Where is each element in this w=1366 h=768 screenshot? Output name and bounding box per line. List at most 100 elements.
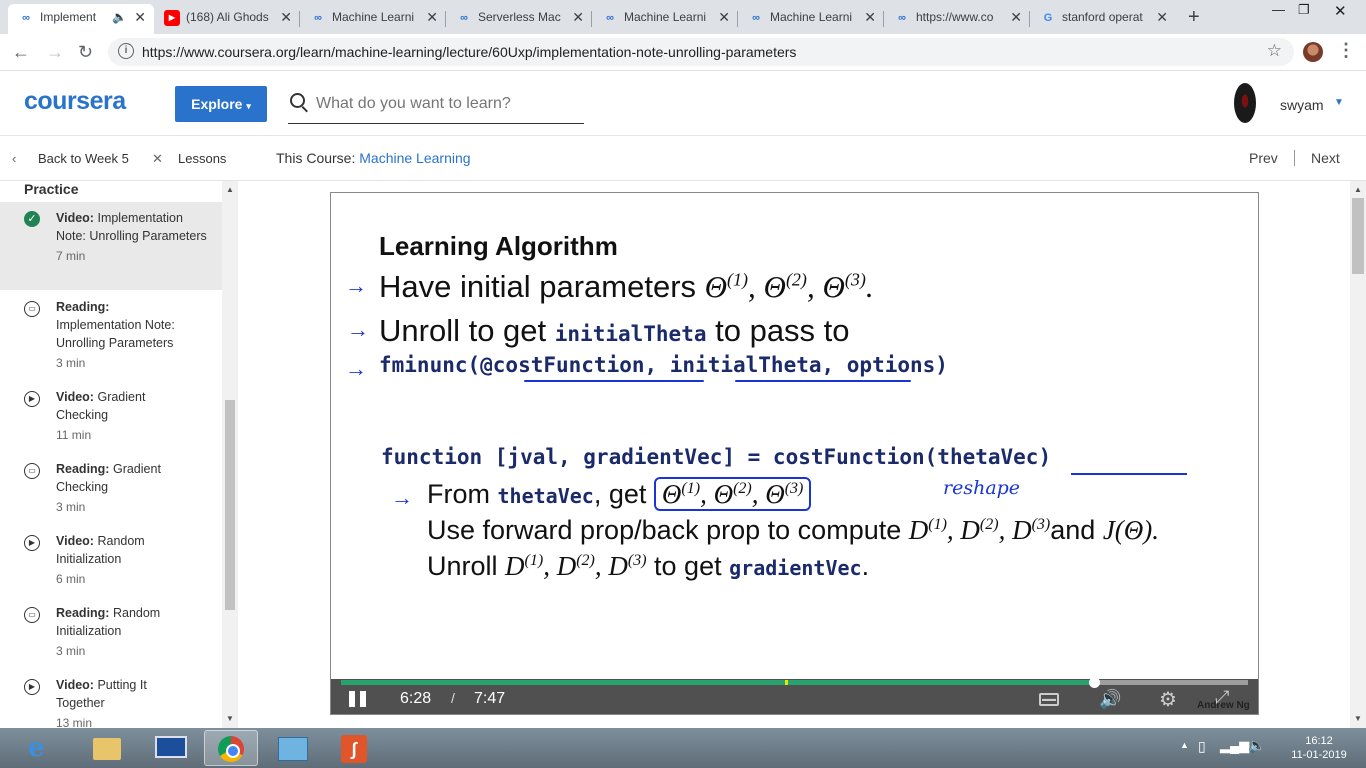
ie-taskbar-button[interactable]: e xyxy=(14,730,68,766)
coursera-favicon-icon: ∞ xyxy=(22,12,30,24)
chevron-down-icon[interactable]: ▼ xyxy=(1334,97,1344,108)
close-tab-icon[interactable]: ✕ xyxy=(864,4,876,30)
browser-profile-avatar[interactable] xyxy=(1303,42,1323,62)
handwritten-arrow: → xyxy=(391,485,413,510)
close-tab-icon[interactable]: ✕ xyxy=(572,4,584,30)
progress-scrubber[interactable] xyxy=(1089,677,1100,688)
gear-icon[interactable]: ⚙ xyxy=(1159,687,1177,712)
avatar[interactable] xyxy=(1234,83,1256,123)
close-icon[interactable]: ✕ xyxy=(152,151,163,167)
pdf-reader-taskbar-button[interactable]: ∫ xyxy=(328,730,382,766)
check-icon: ✓ xyxy=(24,211,40,227)
list-item[interactable]: ▶ Video: Random Initialization 6 min xyxy=(0,532,222,588)
course-label: This Course: Machine Learning xyxy=(276,150,471,166)
close-tab-icon[interactable]: ✕ xyxy=(280,4,292,30)
search-icon[interactable] xyxy=(290,93,305,108)
lessons-link[interactable]: Lessons xyxy=(178,151,226,166)
coursera-favicon-icon: ∞ xyxy=(606,12,614,24)
browser-tab[interactable]: ∞ Machine Learni ✕ xyxy=(300,4,446,34)
username[interactable]: swyam xyxy=(1280,97,1324,113)
slide-text: Unroll to get xyxy=(379,313,547,348)
close-window-button[interactable]: ✕ xyxy=(1334,2,1347,20)
browser-tab[interactable]: ∞ Machine Learni ✕ xyxy=(738,4,884,34)
chrome-taskbar-button[interactable] xyxy=(204,730,258,766)
close-tab-icon[interactable]: ✕ xyxy=(134,4,146,30)
scroll-up-icon[interactable]: ▲ xyxy=(1354,185,1362,194)
clock-date: 11-01-2019 xyxy=(1291,749,1347,761)
minimize-button[interactable]: — xyxy=(1272,2,1285,17)
divider xyxy=(1294,150,1295,166)
item-duration: 11 min xyxy=(56,428,92,442)
list-item[interactable]: ▶ Video: Putting It Together 13 min xyxy=(0,676,222,728)
course-name-link[interactable]: Machine Learning xyxy=(359,150,470,166)
pause-icon[interactable] xyxy=(349,691,367,707)
item-type: Reading: xyxy=(56,300,110,314)
info-icon[interactable]: i xyxy=(118,43,134,59)
search-input[interactable] xyxy=(314,91,578,117)
new-tab-button[interactable]: + xyxy=(1188,4,1200,30)
item-type: Reading: xyxy=(56,462,110,476)
slide-text: to pass to xyxy=(715,313,850,348)
play-icon: ▶ xyxy=(24,679,40,695)
video-credit: Andrew Ng xyxy=(1197,700,1250,711)
url-text[interactable]: https://www.coursera.org/learn/machine-l… xyxy=(142,44,796,60)
list-item[interactable]: ▭ Reading: Implementation Note: Unrolling… xyxy=(0,298,222,372)
browser-tab[interactable]: ∞ https://www.co ✕ xyxy=(884,4,1030,34)
browser-tab[interactable]: ∞ Serverless Mac ✕ xyxy=(446,4,592,34)
book-icon: ▭ xyxy=(24,607,40,623)
close-tab-icon[interactable]: ✕ xyxy=(718,4,730,30)
scroll-up-icon[interactable]: ▲ xyxy=(226,185,234,194)
course-prefix: This Course: xyxy=(276,150,356,166)
list-item[interactable]: ▭ Reading: Gradient Checking 3 min xyxy=(0,460,222,516)
lenovo-taskbar-button[interactable] xyxy=(144,730,198,766)
next-button[interactable]: Next xyxy=(1311,150,1340,166)
system-clock[interactable]: 16:12 11-01-2019 xyxy=(1284,734,1354,762)
page-scroll-thumb[interactable] xyxy=(1352,198,1364,274)
reload-icon[interactable]: ↻ xyxy=(78,42,93,63)
forward-arrow-icon[interactable]: → xyxy=(46,42,64,63)
signal-icon[interactable]: ▂▄▆ xyxy=(1220,738,1249,754)
scroll-down-icon[interactable]: ▼ xyxy=(226,714,234,723)
bookmark-star-icon[interactable]: ☆ xyxy=(1267,41,1282,61)
close-tab-icon[interactable]: ✕ xyxy=(426,4,438,30)
restore-button[interactable]: ❐ xyxy=(1298,2,1310,18)
chevron-left-icon[interactable]: ‹ xyxy=(12,151,16,166)
tab-label: Machine Learni xyxy=(770,10,853,24)
close-tab-icon[interactable]: ✕ xyxy=(1156,4,1168,30)
list-item[interactable]: ✓ Video: Implementation Note: Unrolling … xyxy=(0,202,222,290)
list-item[interactable]: ▶ Video: Gradient Checking 11 min xyxy=(0,388,222,444)
browser-tab[interactable]: ∞ Implement 🔈 ✕ xyxy=(8,4,154,34)
tray-expand-icon[interactable]: ▲ xyxy=(1180,740,1189,750)
browser-tab[interactable]: ▶ (168) Ali Ghods ✕ xyxy=(154,4,300,34)
pdf-icon: ∫ xyxy=(341,735,367,763)
browser-tab[interactable]: ∞ Machine Learni ✕ xyxy=(592,4,738,34)
control-panel-taskbar-button[interactable] xyxy=(266,730,320,766)
slide-text: Unroll xyxy=(427,551,498,581)
volume-icon[interactable]: 🔊 xyxy=(1099,689,1121,710)
explorer-taskbar-button[interactable] xyxy=(80,730,134,766)
back-to-week-link[interactable]: Back to Week 5 xyxy=(38,151,129,166)
browser-menu-icon[interactable]: ⋮ xyxy=(1337,40,1355,61)
item-type: Video: xyxy=(56,678,94,692)
video-player[interactable]: Learning Algorithm → Have initial parame… xyxy=(330,192,1259,715)
progress-marker xyxy=(785,680,788,685)
lesson-sidebar: Practice ✓ Video: Implementation Note: U… xyxy=(0,181,222,728)
address-bar[interactable]: i https://www.coursera.org/learn/machine… xyxy=(108,38,1294,66)
volume-tray-icon[interactable]: 🔈 xyxy=(1248,737,1265,754)
prev-button[interactable]: Prev xyxy=(1249,150,1278,166)
explore-button[interactable]: Explore ▾ xyxy=(175,86,267,122)
current-time: 6:28 xyxy=(400,690,432,707)
sidebar-scroll-thumb[interactable] xyxy=(225,400,235,610)
tab-label: Serverless Mac xyxy=(478,10,561,24)
captions-icon[interactable]: ▬▬ xyxy=(1039,693,1059,706)
battery-icon[interactable]: ▯ xyxy=(1198,738,1206,755)
list-item[interactable]: ▭ Reading: Random Initialization 3 min xyxy=(0,604,222,660)
internet-explorer-icon: e xyxy=(28,733,45,763)
back-arrow-icon[interactable]: ← xyxy=(12,42,30,63)
coursera-logo[interactable]: coursera xyxy=(24,87,126,116)
browser-tab[interactable]: G stanford operat ✕ xyxy=(1030,4,1176,34)
lesson-nav-bar: ‹ Back to Week 5 ✕ Lessons This Course: … xyxy=(0,136,1366,181)
scroll-down-icon[interactable]: ▼ xyxy=(1354,714,1362,723)
item-duration: 3 min xyxy=(56,500,86,514)
close-tab-icon[interactable]: ✕ xyxy=(1010,4,1022,30)
